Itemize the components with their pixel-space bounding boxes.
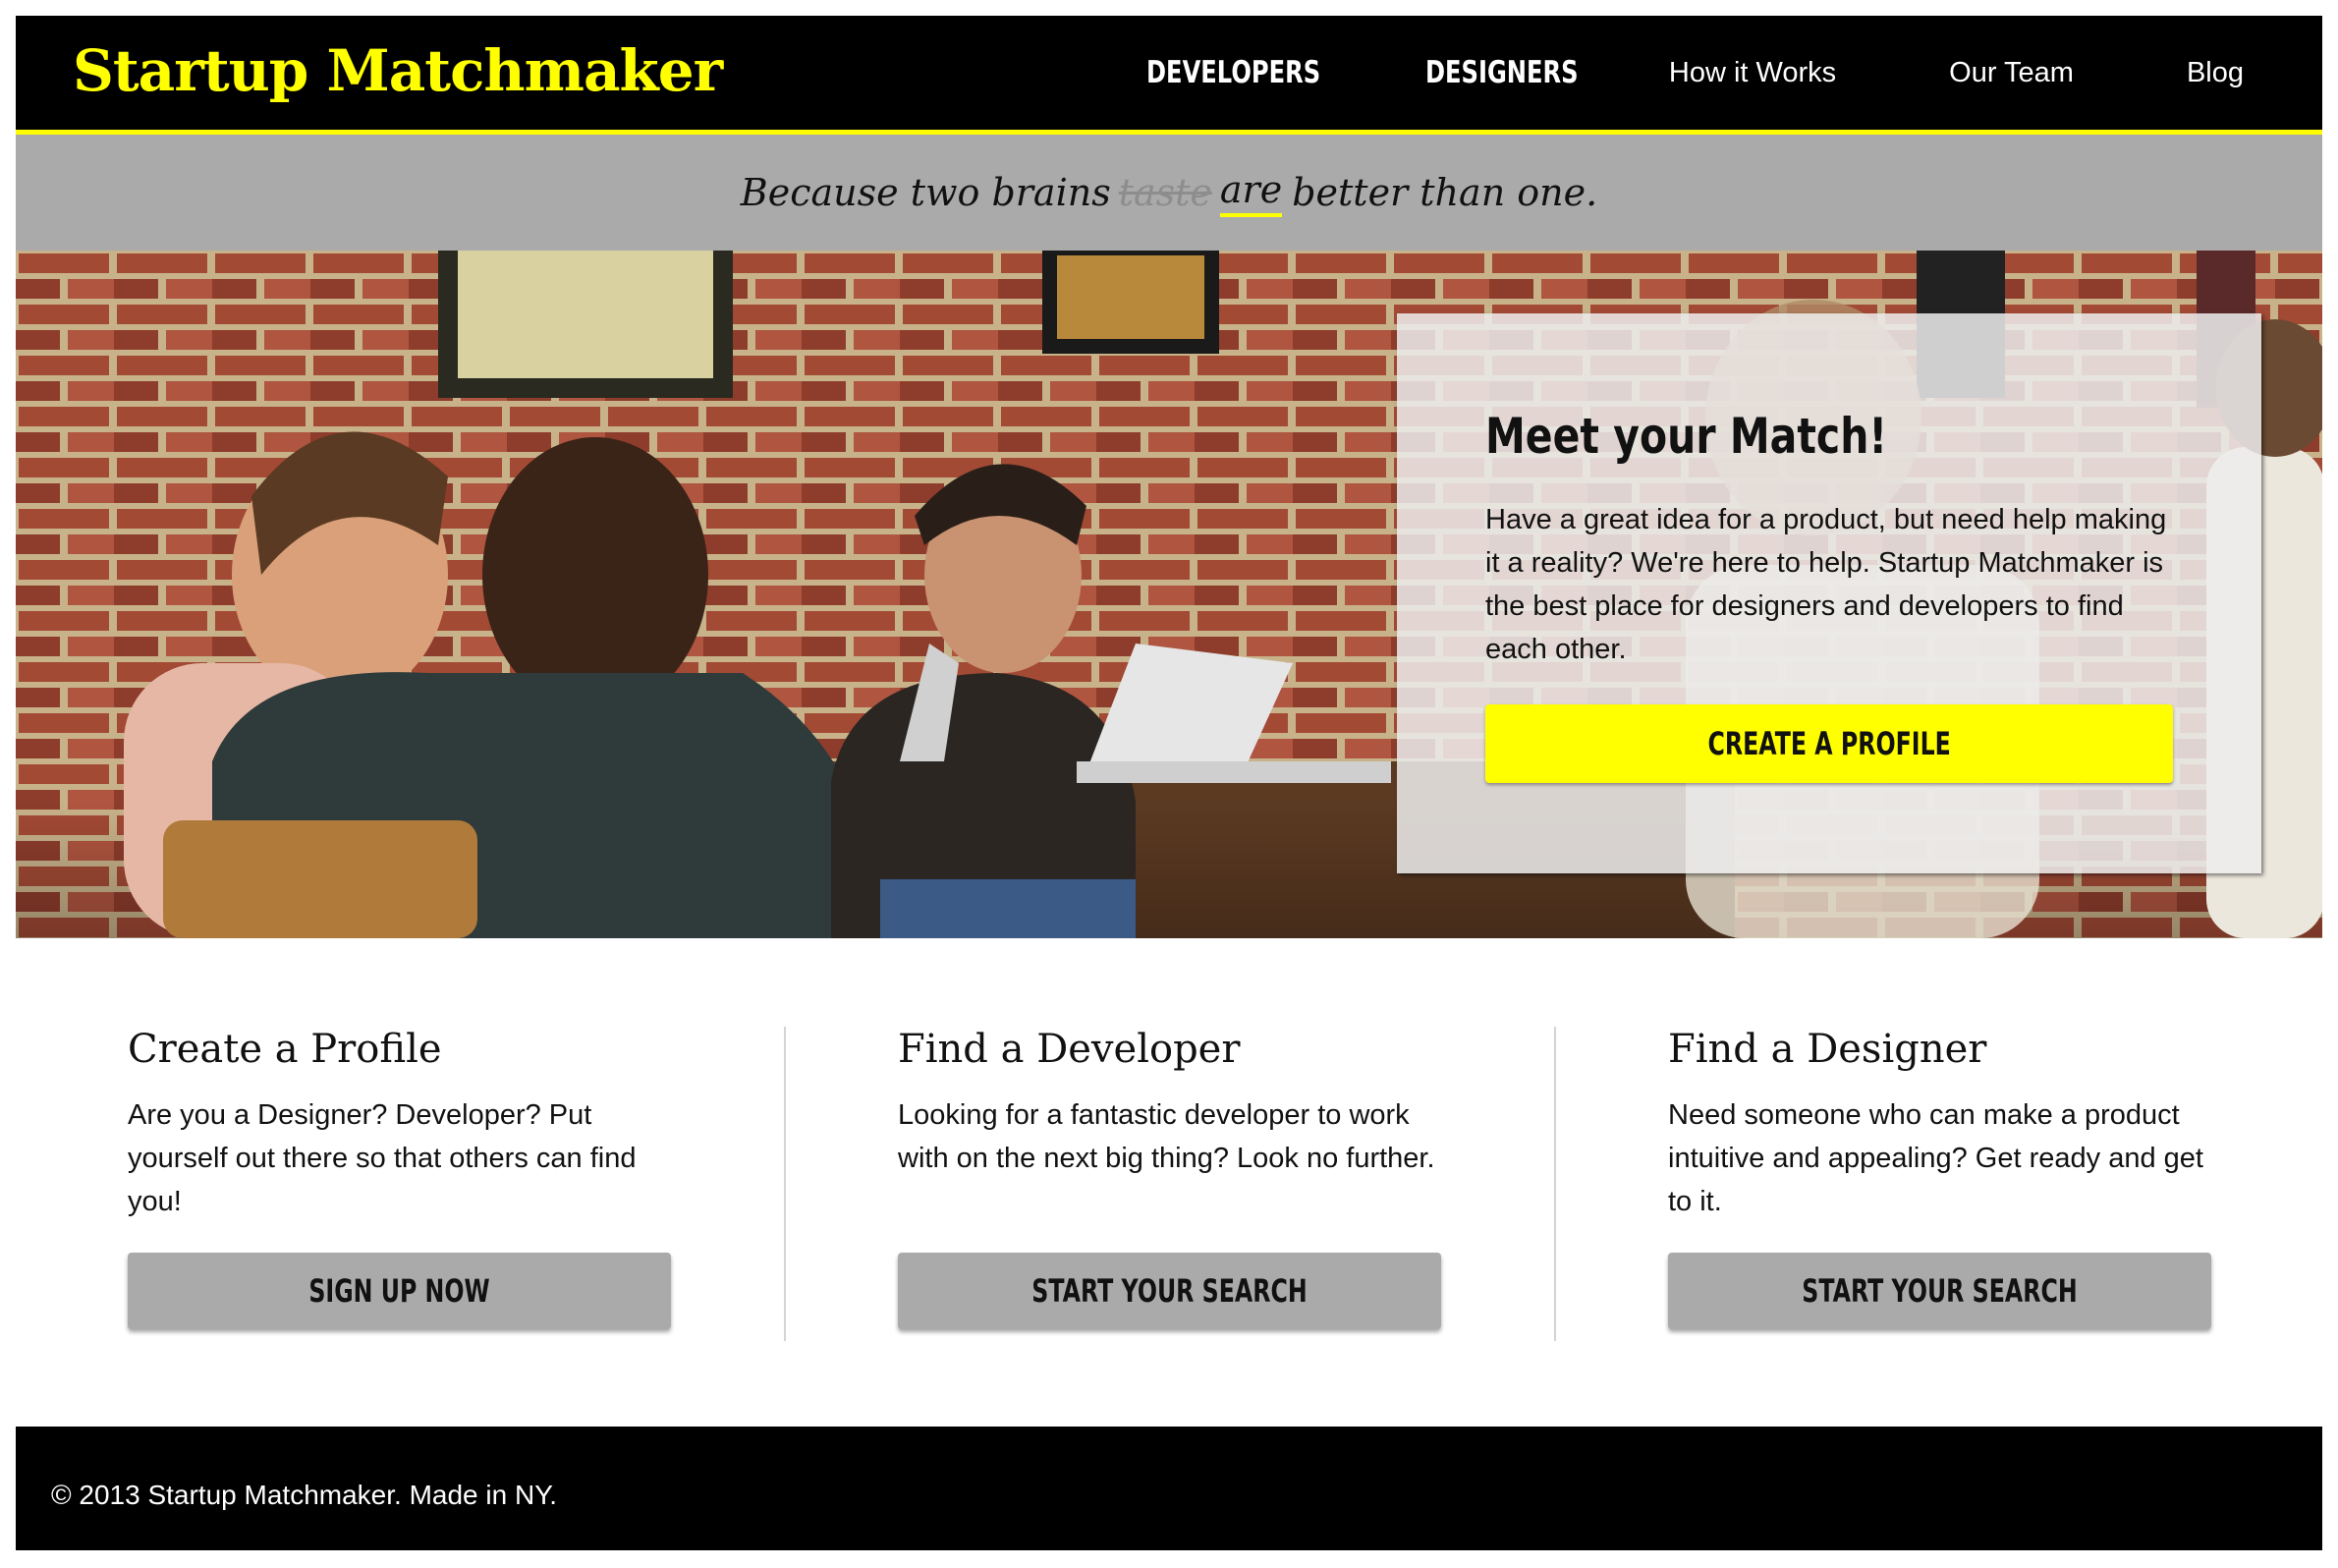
- nav-blog[interactable]: Blog: [2187, 57, 2244, 89]
- site-logo[interactable]: Startup Matchmaker: [73, 37, 723, 104]
- feature-title: Find a Designer: [1668, 1027, 1987, 1072]
- hero-body: Have a great idea for a product, but nee…: [1485, 504, 2167, 665]
- hero-card: Meet your Match! Have a great idea for a…: [1397, 313, 2261, 873]
- tagline-end: better than one.: [1292, 171, 1598, 214]
- feature-body: Need someone who can make a product intu…: [1668, 1099, 2203, 1217]
- site-footer: © 2013 Startup Matchmaker. Made in NY.: [16, 1427, 2322, 1550]
- nav-how-it-works[interactable]: How it Works: [1669, 57, 1836, 89]
- page: Startup Matchmaker DEVELOPERS DESIGNERS …: [16, 16, 2322, 1550]
- features-section: Create a Profile Are you a Designer? Dev…: [16, 938, 2322, 1427]
- tagline-start: Because two brains: [740, 171, 1111, 214]
- hero-section: Meet your Match! Have a great idea for a…: [16, 251, 2322, 938]
- hero-title: Meet your Match!: [1485, 408, 1888, 465]
- column-divider: [1554, 1027, 1556, 1341]
- nav-developers[interactable]: DEVELOPERS: [1146, 55, 1320, 90]
- column-divider: [784, 1027, 786, 1341]
- feature-create-profile: Create a Profile Are you a Designer? Dev…: [128, 1027, 678, 1329]
- sign-up-button[interactable]: SIGN UP NOW: [128, 1253, 671, 1329]
- find-designer-search-button[interactable]: START YOUR SEARCH: [1668, 1253, 2211, 1329]
- create-profile-button[interactable]: CREATE A PROFILE: [1485, 704, 2173, 783]
- sign-up-button-label: SIGN UP NOW: [308, 1272, 490, 1310]
- feature-find-designer: Find a Designer Need someone who can mak…: [1668, 1027, 2218, 1329]
- feature-find-developer: Find a Developer Looking for a fantastic…: [898, 1027, 1448, 1329]
- find-developer-search-button-label: START YOUR SEARCH: [1031, 1272, 1308, 1310]
- create-profile-button-label: CREATE A PROFILE: [1707, 725, 1951, 762]
- footer-copyright: © 2013 Startup Matchmaker. Made in NY.: [51, 1480, 558, 1510]
- feature-body: Looking for a fantastic developer to wor…: [898, 1099, 1435, 1174]
- nav-our-team[interactable]: Our Team: [1949, 57, 2074, 89]
- site-header: Startup Matchmaker DEVELOPERS DESIGNERS …: [16, 16, 2322, 135]
- feature-body: Are you a Designer? Developer? Put yours…: [128, 1099, 637, 1217]
- find-developer-search-button[interactable]: START YOUR SEARCH: [898, 1253, 1441, 1329]
- tagline-underlined-word: are: [1219, 168, 1283, 217]
- tagline-bar: Because two brains taste are better than…: [16, 135, 2322, 251]
- main-nav: DEVELOPERS DESIGNERS How it Works Our Te…: [1122, 16, 2322, 130]
- tagline-struck-word: taste: [1118, 171, 1212, 214]
- nav-designers[interactable]: DESIGNERS: [1425, 55, 1579, 90]
- find-designer-search-button-label: START YOUR SEARCH: [1802, 1272, 2078, 1310]
- feature-title: Create a Profile: [128, 1027, 442, 1072]
- feature-title: Find a Developer: [898, 1027, 1241, 1072]
